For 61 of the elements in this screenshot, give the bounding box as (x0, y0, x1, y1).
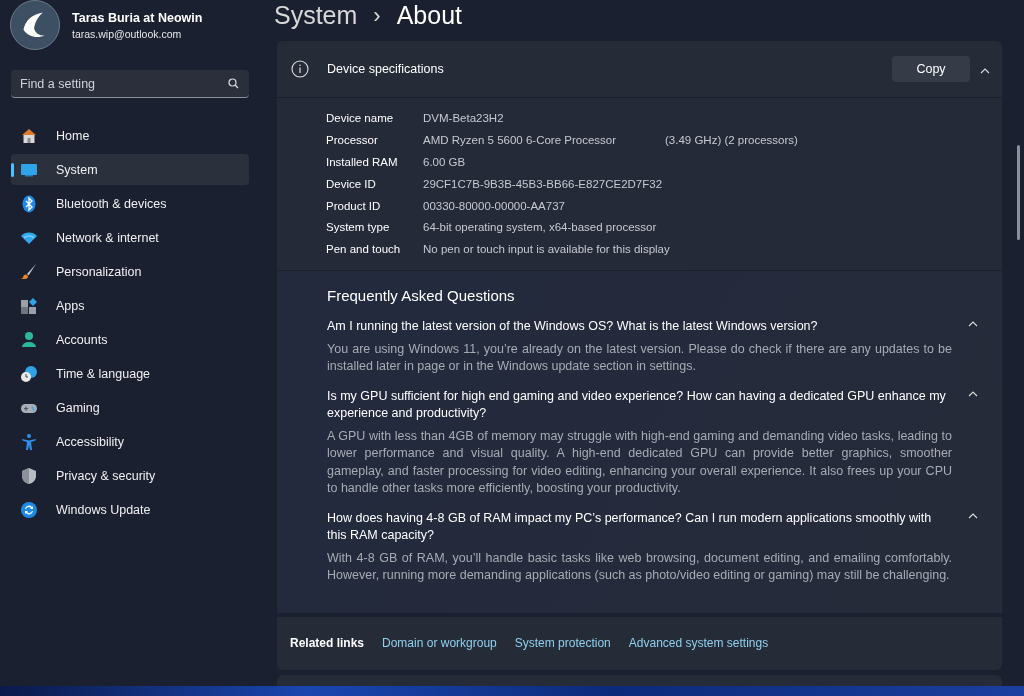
spec-value: 6.00 GB (423, 155, 466, 168)
sidebar-item[interactable]: Privacy & security (11, 460, 249, 491)
sidebar-item[interactable]: Bluetooth & devices (11, 188, 249, 219)
globe-clock-icon (20, 364, 38, 383)
sidebar-item[interactable]: Accessibility (11, 426, 249, 457)
faq-answer: With 4-8 GB of RAM, you’ll handle basic tasks like web browsing, document editing, and emailing comfortably. However, running more demanding applications (such as photo/video editing or gaming) may still be challenging. (327, 549, 952, 585)
related-link[interactable]: Advanced system settings (628, 636, 769, 651)
breadcrumb-parent[interactable]: System (274, 1, 358, 30)
spec-label: System type (326, 221, 391, 234)
faq-heading: Frequently Asked Questions (327, 287, 516, 305)
faq-question[interactable]: How does having 4-8 GB of RAM impact my PC’s performance? Can I run modern applications smoothly with this RAM capacity? (327, 509, 954, 545)
account-email: taras.wip@outlook.com (72, 27, 183, 40)
sidebar-item[interactable]: Gaming (11, 392, 249, 423)
breadcrumb-separator: › (373, 2, 381, 29)
spec-value: 64-bit operating system, x64-based processor (423, 221, 657, 234)
spec-label: Device name (326, 112, 395, 125)
section-title: Device specifications (327, 62, 445, 77)
related-links-label: Related links (290, 636, 365, 651)
spec-value: (3.49 GHz) (2 processors) (665, 134, 799, 147)
spec-value: 00330-80000-00000-AA737 (423, 199, 565, 212)
sidebar-item[interactable]: Network & internet (11, 222, 249, 253)
spec-value: AMD Ryzen 5 5600 6-Core Processor (423, 134, 617, 147)
account-name: Taras Buria at Neowin (72, 10, 203, 25)
page-title: About (396, 1, 463, 30)
sidebar-item[interactable]: Windows Update (11, 494, 249, 525)
spec-label: Device ID (326, 177, 377, 190)
chevron-up-icon[interactable] (968, 512, 978, 519)
related-link[interactable]: Domain or workgroup (382, 636, 497, 651)
faq-answer: A GPU with less than 4GB of memory may struggle with high-end gaming and demanding video tasks, leading to lower performance and visual quality. A high-end dedicated GPU can provide better graphics, smoother gameplay, and faster processing for video editing, enhancing your overall experience. It also frees up your CPU to handle other tasks more efficiently, boosting your productivity. (327, 427, 952, 498)
sidebar-item[interactable]: Personalization (11, 256, 249, 287)
sidebar-item[interactable]: System (11, 154, 249, 185)
spec-value: 29CF1C7B-9B3B-45B3-BB66-E827CE2D7F32 (423, 177, 663, 190)
sidebar-item[interactable]: Apps (11, 290, 249, 321)
apps-icon (20, 296, 38, 315)
chevron-up-icon[interactable] (968, 390, 978, 397)
avatar-circle (10, 0, 60, 50)
refresh-icon (20, 500, 38, 519)
search-icon (228, 78, 239, 89)
chevron-up-icon[interactable] (980, 67, 990, 74)
spec-label: Installed RAM (326, 155, 399, 168)
spec-label: Product ID (326, 199, 382, 212)
bluetooth-icon (20, 194, 38, 213)
sidebar-item[interactable]: Time & language (11, 358, 249, 389)
sidebar-item[interactable]: Accounts (11, 324, 249, 355)
copy-button[interactable]: Copy (892, 56, 970, 83)
faq-answer: You are using Windows 11, you’re already on the latest version. Please do check if there are any updates to be installed later in page or in the Windows update section in settings. (327, 340, 952, 376)
person-icon (20, 330, 38, 349)
related-link[interactable]: System protection (514, 636, 611, 651)
faq-question[interactable]: Is my GPU sufficient for high end gaming and video experience? How can having a dedicated GPU enhance my experience and productivity? (327, 387, 954, 423)
faq-question[interactable]: Am I running the latest version of the Windows OS? What is the latest Windows version? (327, 318, 954, 336)
sidebar-item[interactable]: Home (11, 120, 249, 151)
shield-icon (20, 466, 38, 485)
info-icon (291, 60, 309, 79)
house-icon (20, 126, 38, 145)
spec-label: Pen and touch (326, 243, 402, 256)
search-field[interactable]: Find a setting (11, 70, 249, 98)
spec-value: DVM-Beta23H2 (423, 112, 504, 125)
chevron-up-icon[interactable] (968, 321, 978, 328)
accessibility-icon (20, 432, 38, 451)
spec-value: No pen or touch input is available for this display (423, 243, 670, 256)
spec-label: Processor (326, 134, 379, 147)
